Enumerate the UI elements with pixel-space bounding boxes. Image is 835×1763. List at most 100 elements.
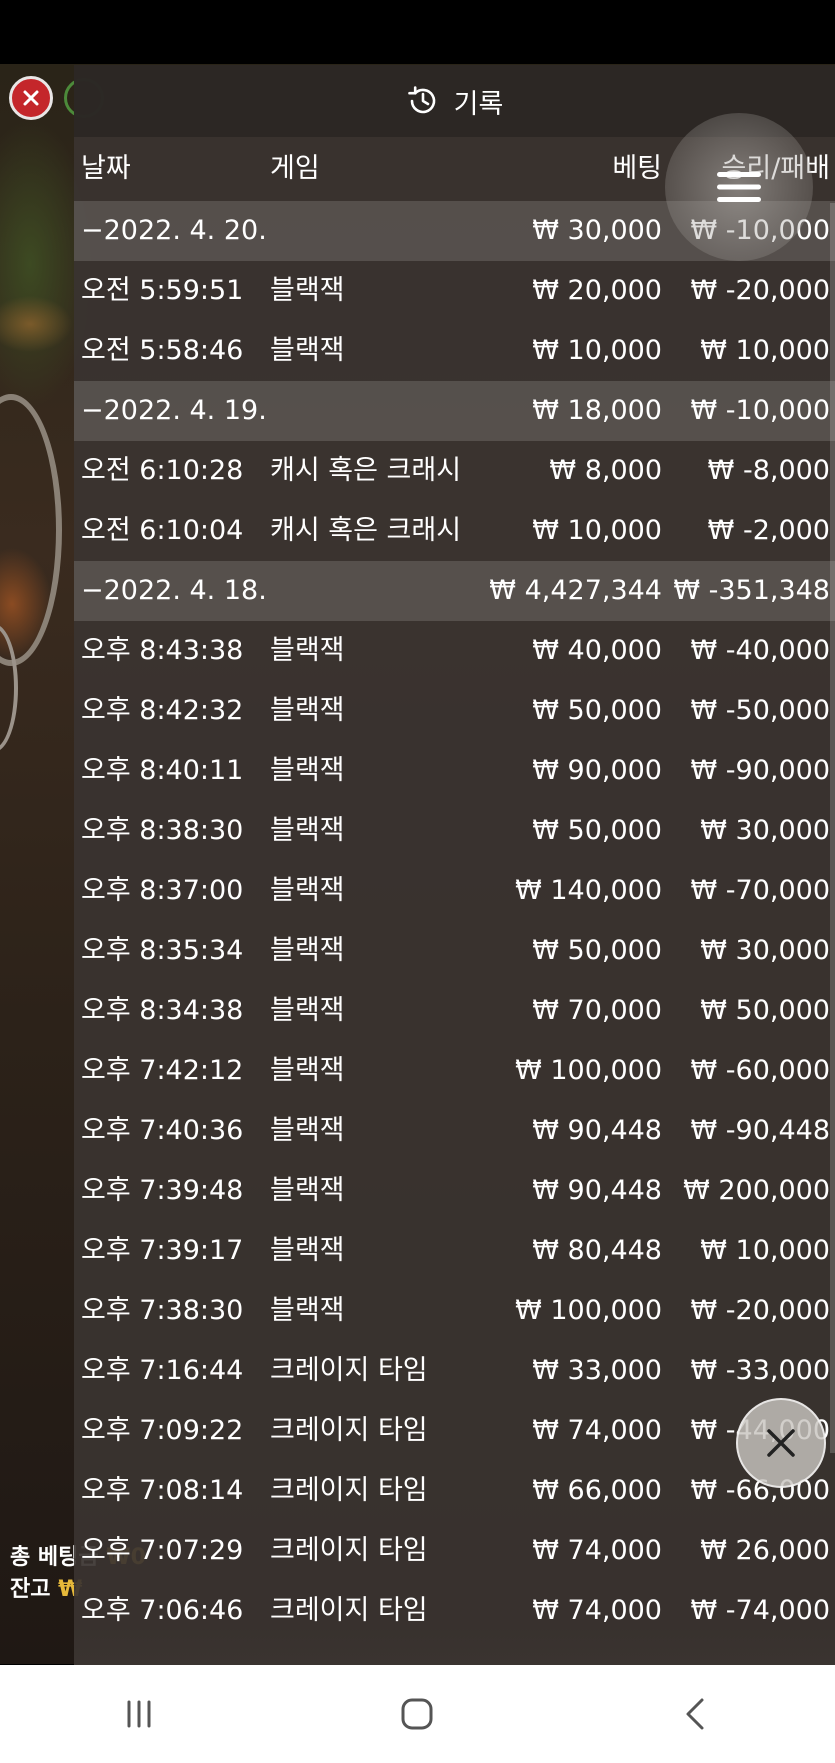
row-game: 블랙잭: [270, 1175, 345, 1206]
row-game: 블랙잭: [270, 935, 345, 966]
scrollbar[interactable]: [830, 203, 835, 1453]
row-game: 블랙잭: [270, 275, 345, 306]
row-bet: ₩ 100,000: [515, 1055, 662, 1086]
history-row[interactable]: 오후 8:42:32 블랙잭 ₩ 50,000 ₩ -50,000: [74, 681, 835, 741]
history-row[interactable]: 오후 8:35:34 블랙잭 ₩ 50,000 ₩ 30,000: [74, 921, 835, 981]
row-date: 오후 7:07:29: [81, 1535, 244, 1566]
row-bet: ₩ 18,000: [532, 395, 662, 426]
row-game: 블랙잭: [270, 875, 345, 906]
history-row[interactable]: 오후 8:34:38 블랙잭 ₩ 70,000 ₩ 50,000: [74, 981, 835, 1041]
history-row[interactable]: 오후 8:43:38 블랙잭 ₩ 40,000 ₩ -40,000: [74, 621, 835, 681]
close-game-button[interactable]: [9, 76, 53, 120]
row-win-loss: ₩ -10,000: [690, 395, 831, 426]
history-row[interactable]: 오후 7:42:12 블랙잭 ₩ 100,000 ₩ -60,000: [74, 1041, 835, 1101]
row-bet: ₩ 66,000: [532, 1475, 662, 1506]
history-row[interactable]: 오후 7:08:14 크레이지 타임 ₩ 66,000 ₩ -66,000: [74, 1461, 835, 1521]
list-fade: [74, 1625, 835, 1665]
row-win-loss: ₩ -90,448: [690, 1115, 831, 1146]
table-rim: [0, 394, 62, 666]
column-header-bet: 베팅: [612, 153, 662, 184]
row-win-loss: ₩ -70,000: [690, 875, 831, 906]
row-win-loss: ₩ -2,000: [707, 515, 830, 546]
row-game: 블랙잭: [270, 1295, 345, 1326]
row-win-loss: ₩ 200,000: [683, 1175, 830, 1206]
home-icon: [401, 1698, 433, 1730]
history-row[interactable]: 오후 7:09:22크레이지 타임₩ 74,000₩ -44,000: [74, 1401, 835, 1461]
row-date: 오후 7:08:14: [81, 1475, 244, 1506]
history-row[interactable]: 오전 6:10:28 캐시 혹은 크래시 ₩ 8,000 ₩ -8,000: [74, 441, 835, 501]
row-win-loss: ₩ 50,000: [700, 995, 830, 1026]
row-game: 블랙잭: [270, 995, 345, 1026]
row-date: 오후 8:42:32: [81, 695, 244, 726]
row-game: 블랙잭: [270, 1235, 345, 1266]
home-button[interactable]: [387, 1684, 447, 1744]
close-history-button[interactable]: [736, 1398, 826, 1488]
row-game: 크레이지 타임: [270, 1475, 428, 1506]
row-bet: ₩ 74,000: [532, 1415, 662, 1446]
row-date: 오후 8:37:00: [81, 875, 244, 906]
history-row[interactable]: 오후 7:07:29 크레이지 타임 ₩ 74,000 ₩ 26,000: [74, 1521, 835, 1581]
row-date: 오전 6:10:28: [81, 455, 244, 486]
row-game: 크레이지 타임: [270, 1415, 428, 1446]
row-bet: ₩ 20,000: [532, 275, 662, 306]
row-bet: ₩ 80,448: [532, 1235, 662, 1266]
menu-button[interactable]: [665, 113, 813, 261]
row-win-loss: ₩ 10,000: [700, 335, 830, 366]
row-win-loss: ₩ -20,000: [690, 275, 831, 306]
row-date: 오후 7:38:30: [81, 1295, 244, 1326]
history-row[interactable]: 오전 5:58:46 블랙잭 ₩ 10,000 ₩ 10,000: [74, 321, 835, 381]
close-icon: [767, 1429, 795, 1457]
row-bet: ₩ 90,448: [532, 1115, 662, 1146]
row-win-loss: ₩ 30,000: [700, 935, 830, 966]
row-game: 블랙잭: [270, 335, 345, 366]
row-date: 오전 6:10:04: [81, 515, 244, 546]
row-date: 오후 7:40:36: [81, 1115, 244, 1146]
history-title: 기록: [453, 88, 504, 120]
row-date: −2022. 4. 19.: [81, 395, 267, 426]
row-win-loss: ₩ -33,000: [690, 1355, 831, 1386]
history-row[interactable]: 오후 8:40:11 블랙잭 ₩ 90,000 ₩ -90,000: [74, 741, 835, 801]
row-date: 오후 7:16:44: [81, 1355, 244, 1386]
history-row[interactable]: 오후 8:37:00 블랙잭 ₩ 140,000 ₩ -70,000: [74, 861, 835, 921]
row-bet: ₩ 30,000: [532, 215, 662, 246]
row-date: −2022. 4. 20.: [81, 215, 267, 246]
history-list[interactable]: −2022. 4. 20. ₩ 30,000 ₩ -10,000 오전 5:59:51…: [74, 201, 835, 1641]
row-game: 블랙잭: [270, 755, 345, 786]
row-bet: ₩ 74,000: [532, 1535, 662, 1566]
history-row[interactable]: 오후 7:39:48 블랙잭 ₩ 90,448 ₩ 200,000: [74, 1161, 835, 1221]
row-date: 오후 8:35:34: [81, 935, 244, 966]
menu-icon: [717, 172, 761, 202]
row-bet: ₩ 50,000: [532, 695, 662, 726]
history-row[interactable]: 오후 7:39:17 블랙잭 ₩ 80,448 ₩ 10,000: [74, 1221, 835, 1281]
date-group-row[interactable]: −2022. 4. 19. ₩ 18,000 ₩ -10,000: [74, 381, 835, 441]
row-game: 블랙잭: [270, 815, 345, 846]
android-nav-bar: [0, 1665, 835, 1763]
status-bar: [0, 0, 835, 64]
row-game: 캐시 혹은 크래시: [270, 515, 462, 546]
row-win-loss: ₩ -351,348: [673, 575, 830, 606]
history-row[interactable]: 오후 7:16:44 크레이지 타임 ₩ 33,000 ₩ -33,000: [74, 1341, 835, 1401]
history-row[interactable]: 오후 8:38:30 블랙잭 ₩ 50,000 ₩ 30,000: [74, 801, 835, 861]
date-group-row[interactable]: −2022. 4. 18. ₩ 4,427,344 ₩ -351,348: [74, 561, 835, 621]
row-date: 오후 7:39:17: [81, 1235, 244, 1266]
history-row[interactable]: 오후 7:40:36 블랙잭 ₩ 90,448 ₩ -90,448: [74, 1101, 835, 1161]
row-game: 크레이지 타임: [270, 1355, 428, 1386]
row-win-loss: ₩ -20,000: [690, 1295, 831, 1326]
recent-apps-button[interactable]: [109, 1684, 169, 1744]
row-date: 오후 8:34:38: [81, 995, 244, 1026]
row-win-loss: ₩ -60,000: [690, 1055, 831, 1086]
history-row[interactable]: 오전 5:59:51 블랙잭 ₩ 20,000 ₩ -20,000: [74, 261, 835, 321]
row-bet: ₩ 50,000: [532, 815, 662, 846]
row-win-loss: ₩ 30,000: [700, 815, 830, 846]
row-game: 캐시 혹은 크래시: [270, 455, 462, 486]
row-bet: ₩ 90,448: [532, 1175, 662, 1206]
row-game: 크레이지 타임: [270, 1535, 428, 1566]
history-row[interactable]: 오후 7:38:30 블랙잭 ₩ 100,000 ₩ -20,000: [74, 1281, 835, 1341]
row-bet: ₩ 10,000: [532, 515, 662, 546]
history-panel: 기록 날짜 게임 베팅 승리/패배 −2022. 4. 20.₩ 30,000₩…: [74, 65, 835, 1665]
history-row[interactable]: 오전 6:10:04 캐시 혹은 크래시 ₩ 10,000 ₩ -2,000: [74, 501, 835, 561]
back-button[interactable]: [666, 1684, 726, 1744]
row-date: −2022. 4. 18.: [81, 575, 267, 606]
row-bet: ₩ 140,000: [515, 875, 662, 906]
row-bet: ₩ 40,000: [532, 635, 662, 666]
